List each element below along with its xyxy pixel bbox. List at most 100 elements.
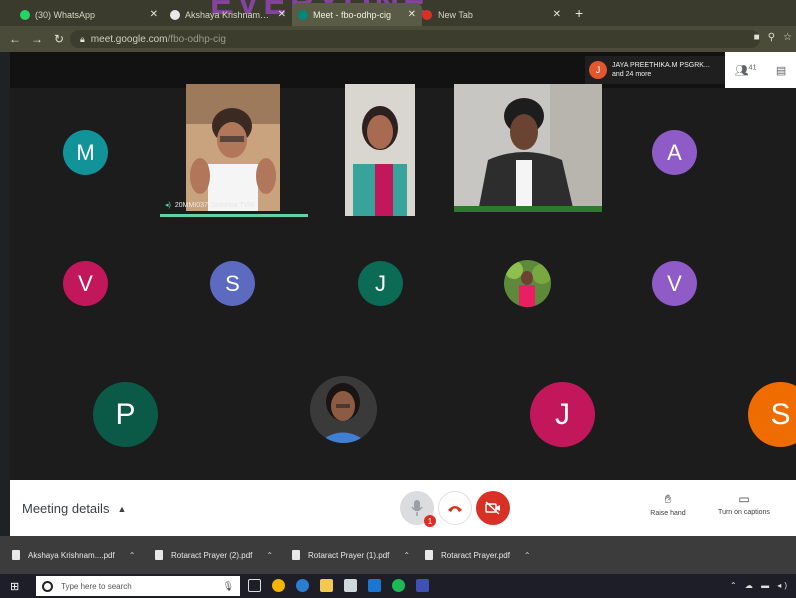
spotify-icon[interactable] <box>392 579 405 592</box>
hand-icon: ✋︎ <box>664 492 672 506</box>
camera-off-icon <box>485 501 500 515</box>
people-count: 41 <box>748 63 757 71</box>
chevron-up-icon[interactable]: ⌃ <box>129 551 136 560</box>
meet-top-right-actions: 👥︎41 ▤ <box>725 52 796 88</box>
chat-icon[interactable]: ▤ <box>776 64 786 77</box>
chrome-icon[interactable] <box>272 579 285 592</box>
participant-photo-avatar <box>310 376 377 443</box>
close-tab-icon[interactable]: ✕ <box>278 9 286 20</box>
reload-icon[interactable]: ↻ <box>52 32 66 46</box>
meet-control-bar: Meeting details ▲ 1 ✋︎ Raise hand ▭ Turn… <box>10 480 796 536</box>
pdf-file-icon <box>292 550 300 560</box>
presenter-more: and 24 more <box>612 71 652 78</box>
participant-avatar: P <box>93 382 158 447</box>
chevron-up-icon[interactable]: ⌃ <box>403 551 410 560</box>
close-tab-icon[interactable]: ✕ <box>408 9 416 20</box>
presenter-name: JAYA PREETHIKA.M PSGRK... <box>612 62 710 69</box>
people-button[interactable]: 👥︎41 <box>735 64 757 77</box>
active-speaker-bar <box>160 214 308 217</box>
participant-video-tile <box>454 84 602 212</box>
close-tab-icon[interactable]: ✕ <box>553 9 561 20</box>
camera-blocked-icon[interactable]: ■ <box>754 32 760 43</box>
participant-photo-avatar <box>504 260 551 307</box>
tab-whatsapp[interactable]: (30) WhatsApp ✕ <box>14 3 164 26</box>
speaker-name-label: ◂) 20MMI037 Tanishka TVM <box>165 202 254 209</box>
pdf-file-icon <box>155 550 163 560</box>
meet-icon <box>298 9 308 20</box>
participant-avatar: V <box>652 261 697 306</box>
close-tab-icon[interactable]: ✕ <box>150 9 158 20</box>
captions-button[interactable]: ▭ Turn on captions <box>712 492 776 516</box>
back-arrow-icon[interactable]: ← <box>8 32 22 46</box>
windows-taskbar: ⊞ Type here to search 🎙︎ ⌃ ☁ ▬ ◂) <box>0 574 796 598</box>
participant-video <box>345 84 415 216</box>
search-placeholder: Type here to search <box>61 581 132 591</box>
camera-toggle-button[interactable] <box>476 491 510 525</box>
store-icon[interactable] <box>344 579 357 592</box>
download-item[interactable]: Akshaya Krishnam....pdf ⌃ <box>12 548 135 562</box>
participant-avatar: S <box>210 261 255 306</box>
download-item[interactable]: Rotaract Prayer (1).pdf ⌃ <box>292 548 410 562</box>
url-domain: meet.google.com <box>90 33 168 45</box>
participant-avatar: S <box>748 382 796 447</box>
captions-icon: ▭ <box>738 492 750 506</box>
participant-video-tile <box>345 84 415 216</box>
participant-avatar: A <box>652 130 697 175</box>
chevron-up-icon: ▲ <box>117 503 127 514</box>
globe-icon <box>170 9 180 20</box>
tab-unnamed[interactable] <box>422 3 432 26</box>
photos-icon[interactable] <box>416 579 429 592</box>
meeting-details-button[interactable]: Meeting details ▲ <box>22 501 126 516</box>
participant-video <box>186 84 280 211</box>
zoom-icon[interactable]: ⚲ <box>768 32 775 43</box>
taskbar-search[interactable]: Type here to search 🎙︎ <box>36 576 240 596</box>
microphone-icon[interactable]: 🎙︎ <box>223 581 234 592</box>
browser-tab-bar: EVERYONE (30) WhatsApp ✕ Akshaya Krishna… <box>0 0 796 26</box>
microphone-icon <box>411 500 423 516</box>
speaking-icon: ◂) <box>165 202 171 209</box>
participant-video-tile <box>186 84 280 211</box>
address-bar-actions: ■ ⚲ ☆ <box>754 32 792 43</box>
participant-grid: M ◂) 20MMI037 Tanishka TVM A V S J V P J… <box>10 84 796 480</box>
tab-favicon-icon <box>422 9 432 20</box>
forward-arrow-icon[interactable]: → <box>30 32 44 46</box>
windows-start-icon[interactable]: ⊞ <box>10 580 19 593</box>
download-item[interactable]: Rotaract Prayer.pdf ⌃ <box>425 548 531 562</box>
task-view-icon[interactable] <box>248 579 261 592</box>
meet-top-bar: J JAYA PREETHIKA.M PSGRK... and 24 more … <box>10 52 796 88</box>
presenter-avatar: J <box>589 61 607 79</box>
tab-new-tab[interactable]: New Tab ✕ <box>432 3 567 26</box>
participant-avatar: J <box>358 261 403 306</box>
file-explorer-icon[interactable] <box>320 579 333 592</box>
participant-avatar: J <box>530 382 595 447</box>
url-path: /fbo-odhp-cig <box>167 33 226 45</box>
edge-icon[interactable] <box>296 579 309 592</box>
new-tab-button[interactable]: + <box>575 5 583 21</box>
participant-video <box>454 84 602 212</box>
download-item[interactable]: Rotaract Prayer (2).pdf ⌃ <box>155 548 273 562</box>
chevron-up-icon[interactable]: ⌃ <box>266 551 273 560</box>
address-bar: ← → ↻ 🔒︎ meet.google.com /fbo-odhp-cig ■… <box>0 26 796 52</box>
system-tray-icons[interactable]: ⌃ ☁ ▬ ◂) <box>730 581 790 590</box>
leave-call-button[interactable] <box>438 491 472 525</box>
pdf-file-icon <box>12 550 20 560</box>
participant-avatar: V <box>63 261 108 306</box>
raise-hand-button[interactable]: ✋︎ Raise hand <box>646 492 690 517</box>
downloads-bar: Akshaya Krishnam....pdf ⌃ Rotaract Praye… <box>0 536 796 574</box>
bookmark-star-icon[interactable]: ☆ <box>783 32 792 43</box>
cortana-icon <box>42 580 53 592</box>
lock-icon: 🔒︎ <box>80 33 85 44</box>
tab-meet[interactable]: Meet - fbo-odhp-cig ✕ <box>292 3 422 26</box>
tab-profile[interactable]: Akshaya Krishnamoorthi - Profil ✕ <box>164 3 292 26</box>
mic-badge: 1 <box>424 515 436 527</box>
presenter-chip[interactable]: J JAYA PREETHIKA.M PSGRK... and 24 more <box>585 56 725 84</box>
whatsapp-icon <box>20 9 30 20</box>
microphone-button[interactable]: 1 <box>400 491 436 527</box>
url-field[interactable]: 🔒︎ meet.google.com /fbo-odhp-cig <box>70 30 760 48</box>
chevron-up-icon[interactable]: ⌃ <box>524 551 531 560</box>
people-icon: 👥︎ <box>734 64 749 77</box>
hang-up-icon <box>448 506 462 512</box>
mail-icon[interactable] <box>368 579 381 592</box>
pdf-file-icon <box>425 550 433 560</box>
participant-avatar: M <box>63 130 108 175</box>
